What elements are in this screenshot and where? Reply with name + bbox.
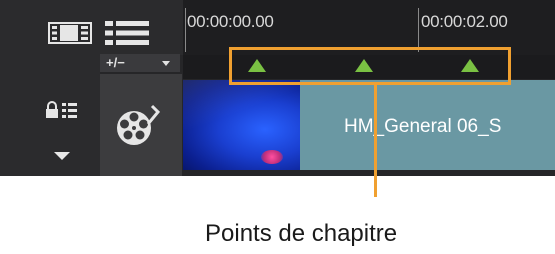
clip-name: HM_General 06_S	[344, 116, 502, 137]
list-view-icon[interactable]	[104, 20, 150, 46]
film-reel-icon	[117, 104, 161, 145]
video-clip[interactable]: HM_General 06_S	[300, 80, 555, 170]
timecode-label: 00:00:00.00	[187, 12, 274, 31]
clip-thumbnail[interactable]	[183, 80, 300, 170]
timecode-label: 00:00:02.00	[421, 12, 508, 31]
callout-leader-line	[374, 85, 377, 197]
ruler-tick	[418, 8, 419, 52]
chapter-points-highlight	[229, 47, 511, 85]
ruler-tick	[185, 8, 186, 52]
storyboard-view-icon[interactable]	[48, 22, 92, 44]
callout-caption: Points de chapitre	[205, 220, 398, 247]
add-remove-track-button[interactable]: +/−	[100, 54, 180, 72]
expand-track-icon[interactable]	[54, 152, 70, 160]
chevron-down-icon	[162, 61, 170, 66]
lock-track-icon[interactable]	[44, 101, 78, 119]
add-remove-label: +/−	[106, 55, 125, 70]
track-lock-area	[0, 74, 100, 176]
